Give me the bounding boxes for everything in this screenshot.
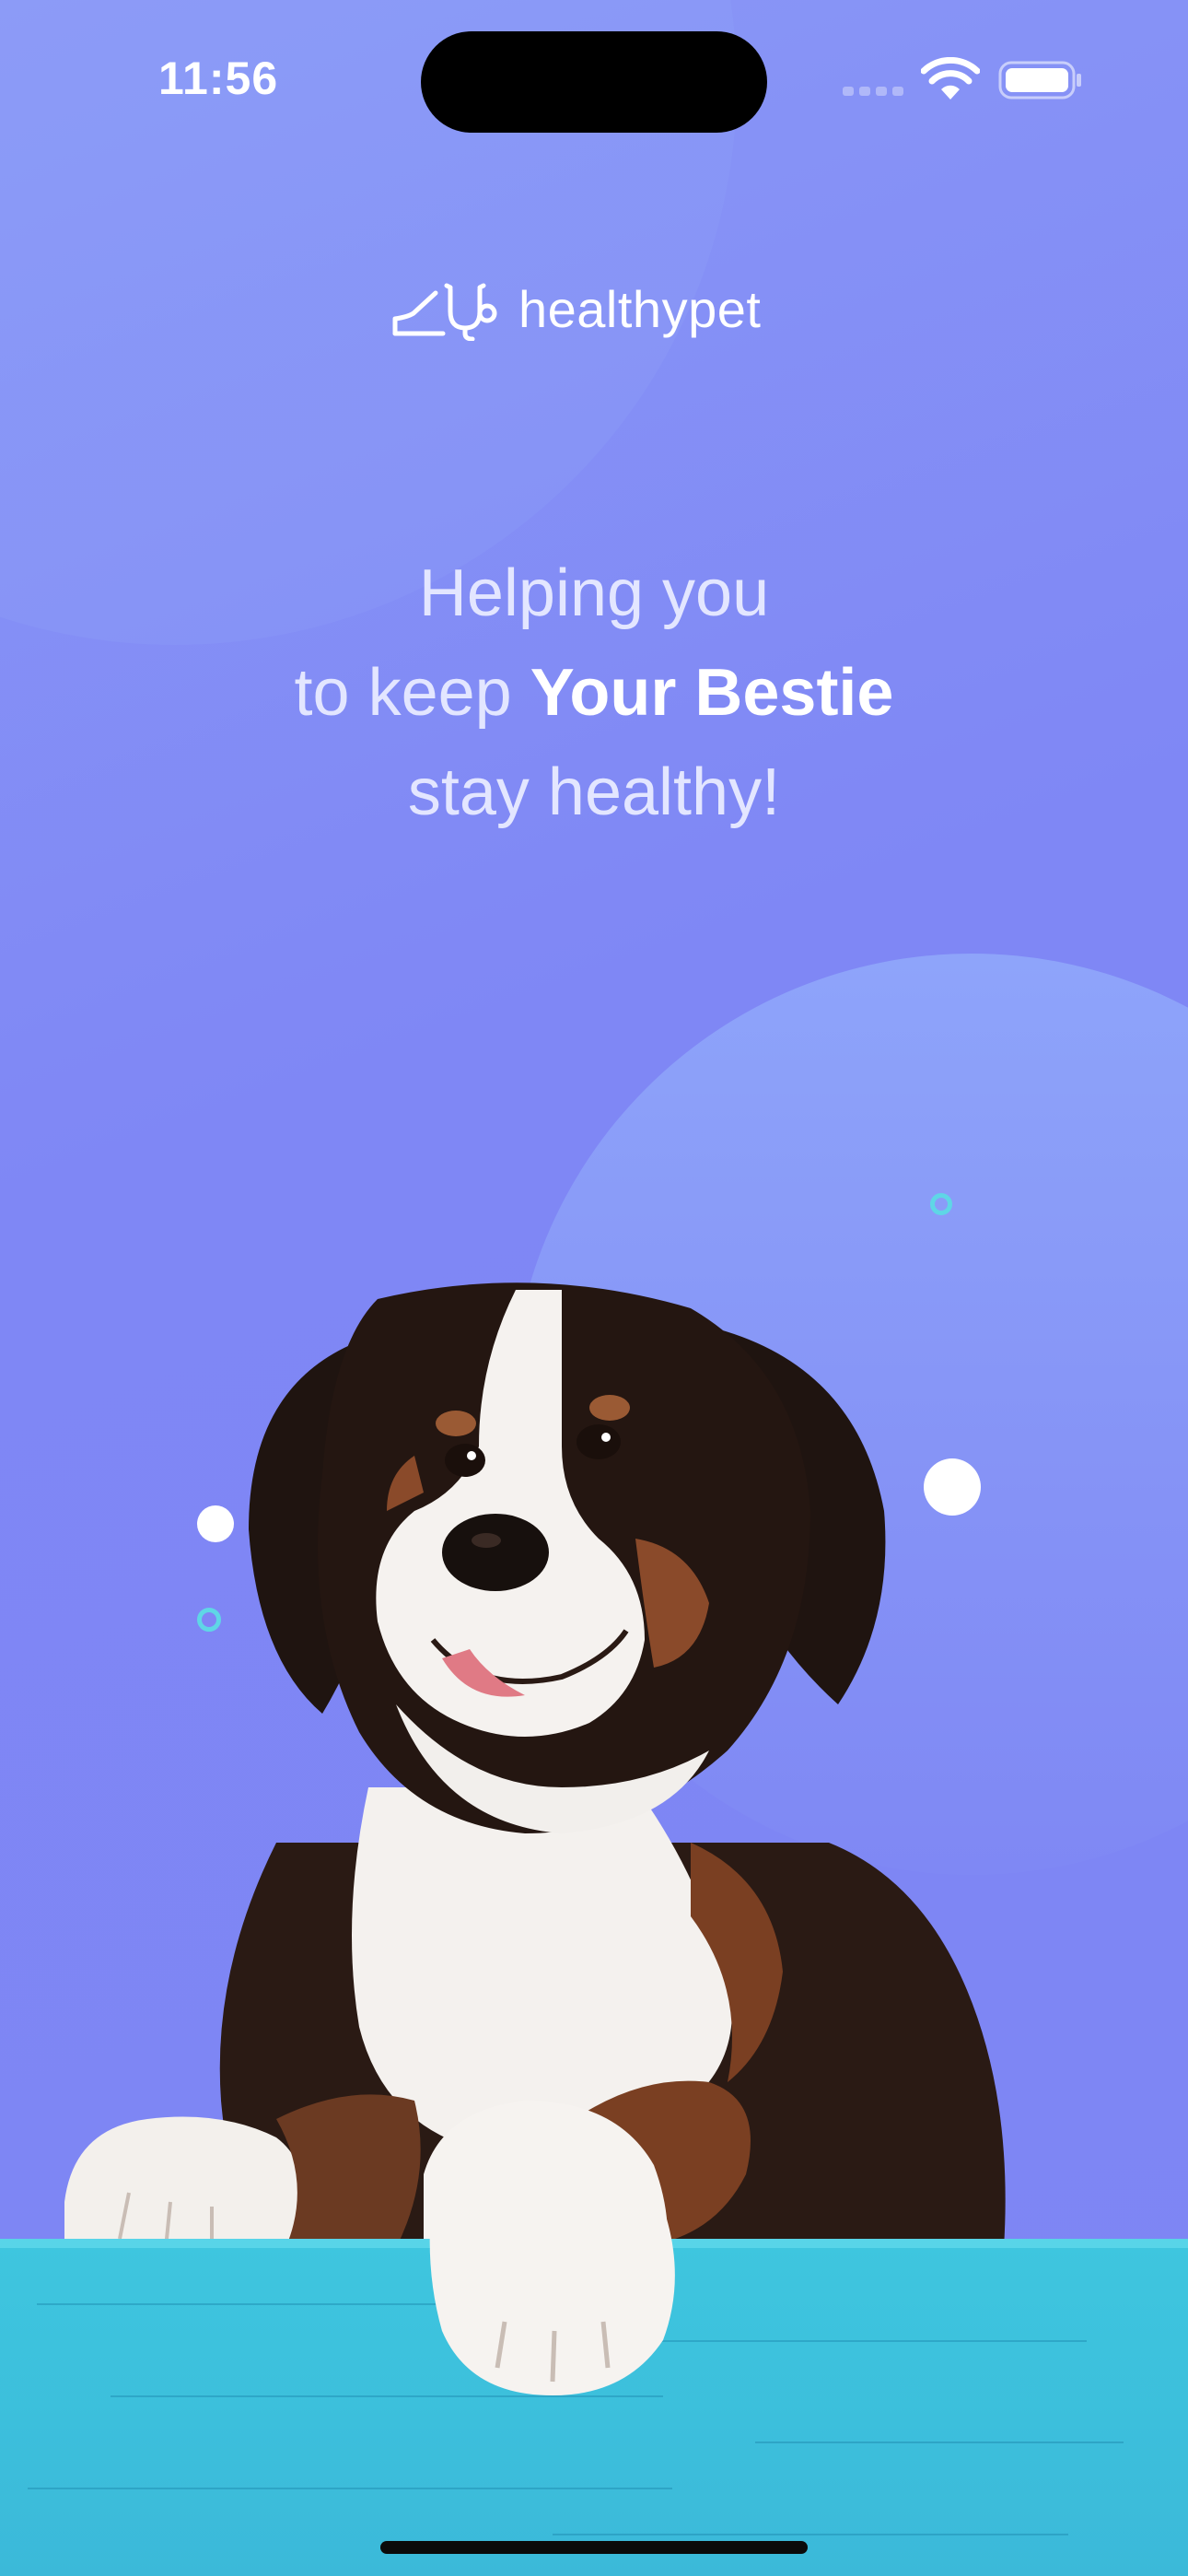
- wood-grain: [645, 2340, 1087, 2342]
- wifi-icon: [921, 57, 980, 100]
- headline-line-2-prefix: to keep: [294, 656, 530, 730]
- cellular-signal-icon: [843, 83, 907, 96]
- wood-grain: [28, 2488, 672, 2489]
- brand-name: healthypet: [518, 279, 762, 338]
- home-indicator[interactable]: [380, 2541, 808, 2554]
- wood-grain: [553, 2534, 1068, 2535]
- splash-screen: 11:56 healthypet Helping you to keep You…: [0, 0, 1188, 2576]
- status-time: 11:56: [158, 53, 279, 104]
- headline-line-3: stay healthy!: [407, 755, 781, 829]
- brand-logo: healthypet: [391, 272, 761, 345]
- dynamic-island: [421, 31, 767, 133]
- headline-line-1: Helping you: [418, 556, 770, 630]
- headline: Helping you to keep Your Bestie stay hea…: [0, 544, 1188, 842]
- headline-bold-text: Your Bestie: [530, 656, 894, 730]
- pet-bowl-stethoscope-icon: [392, 283, 497, 341]
- status-bar: 11:56: [0, 0, 1188, 138]
- decorative-ring: [930, 1193, 952, 1215]
- front-paw-image: [429, 2128, 675, 2395]
- battery-icon: [998, 61, 1081, 100]
- wood-grain: [755, 2441, 1124, 2443]
- headline-line-2: to keep Your Bestie: [0, 643, 1188, 743]
